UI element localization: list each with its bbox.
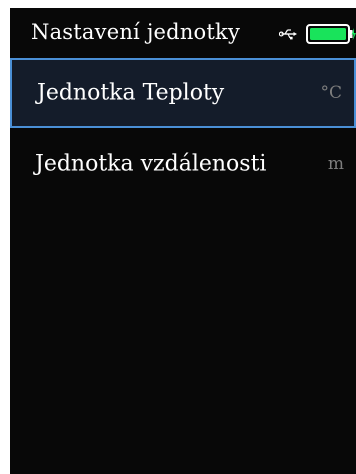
usb-icon <box>279 29 297 40</box>
menu-item-distance-unit[interactable]: Jednotka vzdálenosti m <box>10 130 356 198</box>
battery-charging-icon <box>306 24 356 44</box>
device-screen: Nastavení jednotky Jednotka Teploty °C J… <box>10 8 356 474</box>
page-title: Nastavení jednotky <box>31 20 241 44</box>
menu-item-value: m <box>327 154 344 174</box>
menu-item-temperature-unit[interactable]: Jednotka Teploty °C <box>10 58 356 128</box>
menu-item-label: Jednotka Teploty <box>37 80 225 106</box>
status-bar: Nastavení jednotky <box>10 8 356 58</box>
menu-item-value: °C <box>320 83 342 103</box>
menu-item-label: Jednotka vzdálenosti <box>35 151 267 177</box>
